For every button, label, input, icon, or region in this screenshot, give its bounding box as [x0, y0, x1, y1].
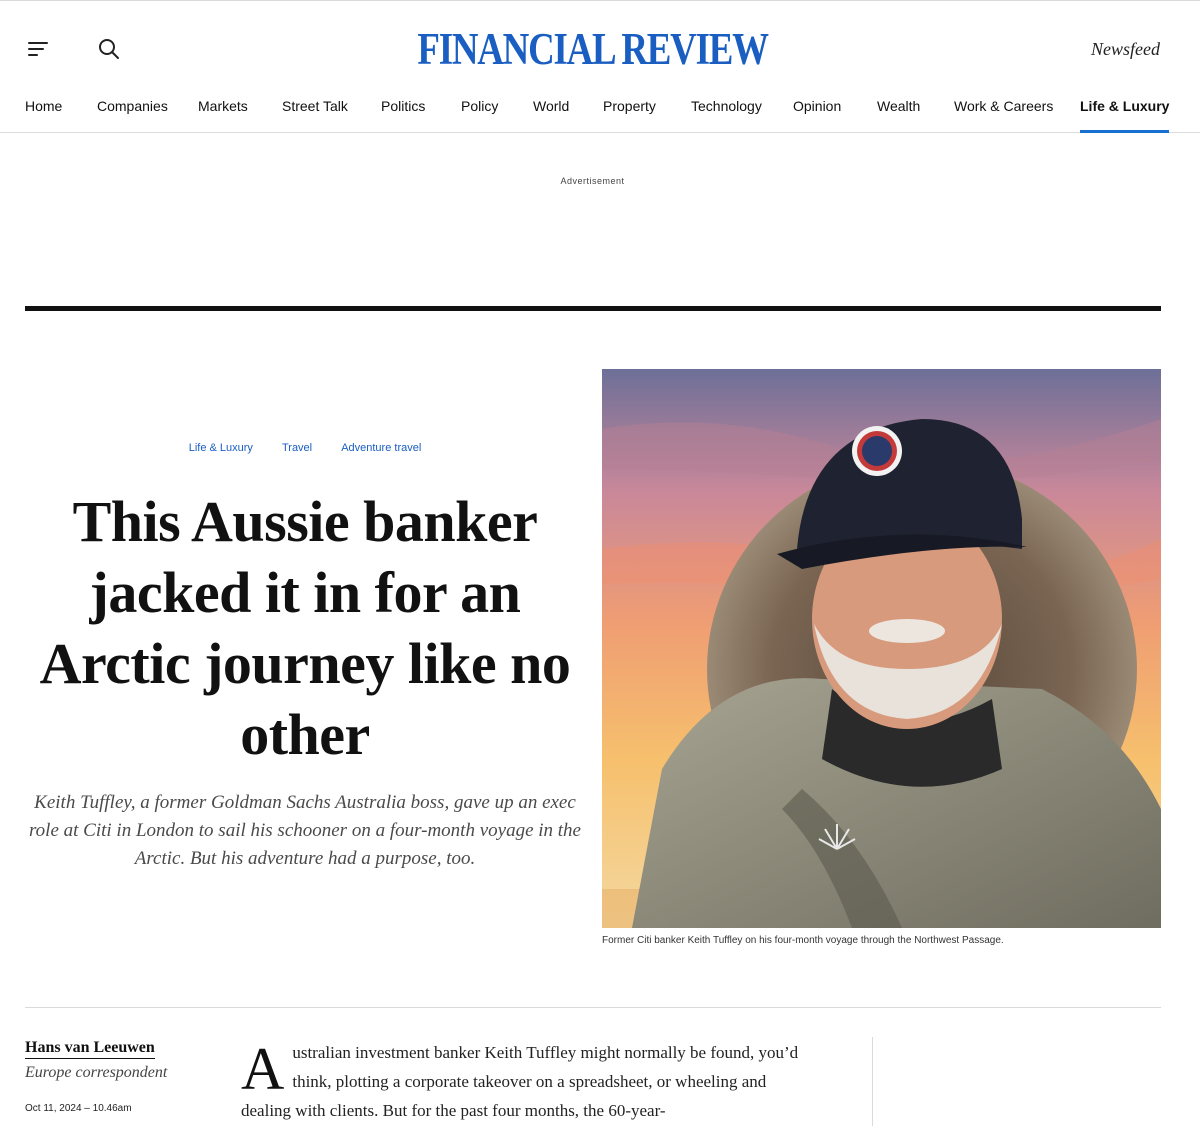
author-role: Europe correspondent: [25, 1064, 168, 1081]
article-body: A ustralian investment banker Keith Tuff…: [241, 1038, 811, 1125]
site-logo[interactable]: FINANCIAL REVIEW: [107, 23, 1079, 75]
nav-item-home[interactable]: Home: [25, 97, 62, 133]
nav-item-wealth[interactable]: Wealth: [877, 97, 920, 133]
nav-item-politics[interactable]: Politics: [381, 97, 425, 133]
main-nav: Home Companies Markets Street Talk Polit…: [25, 97, 1170, 133]
breadcrumb: Life & Luxury Travel Adventure travel: [25, 442, 585, 454]
content-divider: [25, 1007, 1161, 1008]
section-divider: [25, 306, 1161, 311]
nav-item-street-talk[interactable]: Street Talk: [282, 97, 348, 133]
article-paragraph: ustralian investment banker Keith Tuffle…: [241, 1043, 799, 1120]
site-header: FINANCIAL REVIEW Newsfeed Home Companies…: [0, 0, 1200, 133]
sidebar-divider: [872, 1037, 873, 1126]
menu-icon[interactable]: [28, 39, 50, 59]
nav-item-work-careers[interactable]: Work & Careers: [954, 97, 1053, 133]
nav-item-life-luxury[interactable]: Life & Luxury: [1080, 97, 1170, 133]
nav-item-technology[interactable]: Technology: [691, 97, 762, 133]
hero-photo[interactable]: [602, 369, 1161, 928]
breadcrumb-travel[interactable]: Travel: [282, 442, 312, 454]
nav-item-markets[interactable]: Markets: [198, 97, 248, 133]
nav-item-property[interactable]: Property: [603, 97, 656, 133]
photo-caption: Former Citi banker Keith Tuffley on his …: [602, 935, 1004, 946]
article-standfirst: Keith Tuffley, a former Goldman Sachs Au…: [28, 792, 581, 869]
breadcrumb-life-luxury[interactable]: Life & Luxury: [189, 442, 253, 454]
publish-date: Oct 11, 2024 – 10.46am: [25, 1103, 132, 1114]
breadcrumb-adventure-travel[interactable]: Adventure travel: [341, 442, 421, 454]
nav-item-companies[interactable]: Companies: [97, 97, 168, 133]
dropcap: A: [241, 1036, 285, 1102]
advertisement-label: Advertisement: [560, 176, 625, 186]
nav-item-opinion[interactable]: Opinion: [793, 97, 841, 133]
author-link[interactable]: Hans van Leeuwen: [25, 1039, 155, 1059]
newsfeed-link[interactable]: Newsfeed: [1091, 39, 1160, 60]
article-headline: This Aussie banker jacked it in for an A…: [39, 489, 571, 767]
nav-item-world[interactable]: World: [533, 97, 569, 133]
nav-item-policy[interactable]: Policy: [461, 97, 498, 133]
